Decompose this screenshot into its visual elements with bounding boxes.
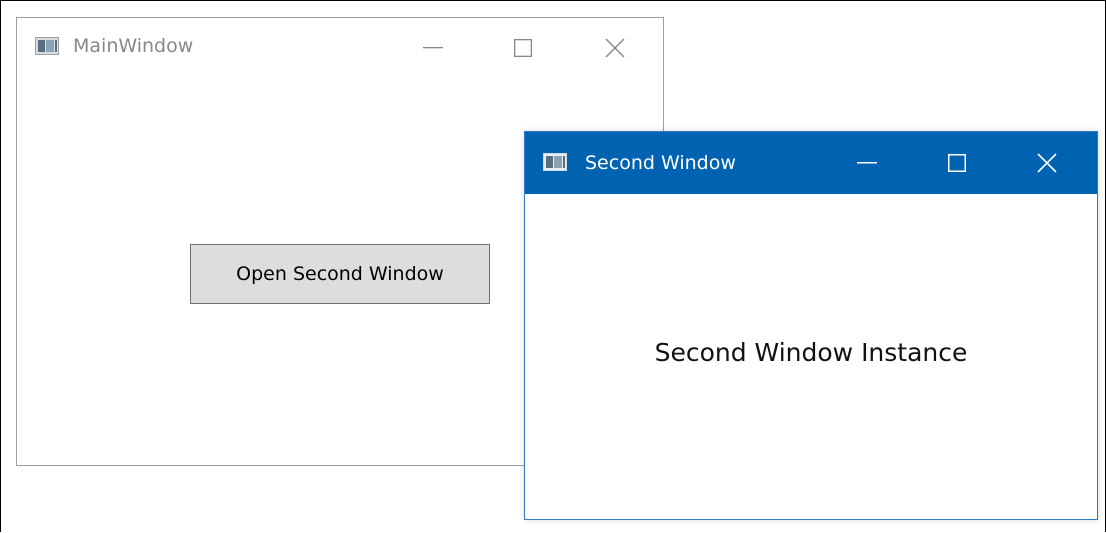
app-window-icon: [543, 153, 567, 171]
second-window-close-button[interactable]: [1017, 132, 1077, 194]
second-window-title: Second Window: [585, 152, 736, 174]
main-window-titlebar[interactable]: MainWindow: [17, 18, 663, 78]
maximize-icon: [514, 39, 532, 57]
app-window-icon: [35, 37, 59, 55]
main-window-minimize-button[interactable]: [403, 18, 463, 78]
close-icon: [1037, 153, 1057, 173]
second-window-instance-label: Second Window Instance: [654, 338, 968, 367]
close-icon: [605, 38, 625, 58]
minimize-icon: [423, 47, 443, 49]
maximize-icon: [948, 154, 966, 172]
main-window-maximize-button[interactable]: [493, 18, 553, 78]
main-window-close-button[interactable]: [585, 18, 645, 78]
second-window-maximize-button[interactable]: [927, 132, 987, 194]
second-window-minimize-button[interactable]: [837, 132, 897, 194]
second-window: Second Window Second Window Instance: [524, 131, 1098, 520]
second-window-titlebar[interactable]: Second Window: [525, 132, 1097, 194]
main-window-title: MainWindow: [73, 35, 194, 57]
minimize-icon: [857, 162, 877, 164]
open-second-window-button[interactable]: Open Second Window: [190, 244, 490, 304]
